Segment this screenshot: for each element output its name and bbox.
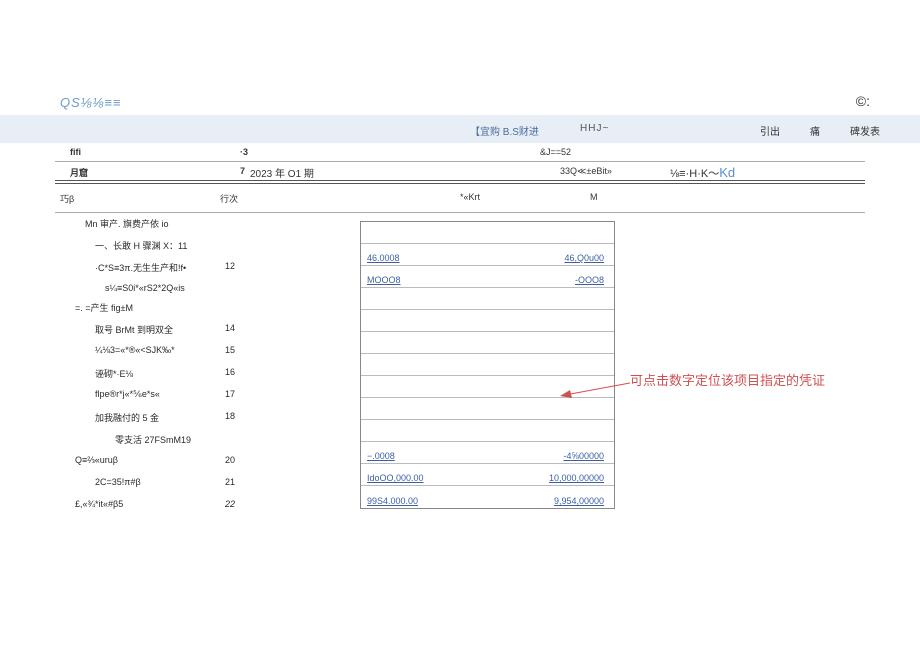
row-name: 取号 BrMt 到明双全 [95, 323, 173, 336]
toolbar-btn-2[interactable]: HHJ~ [580, 123, 609, 134]
num-value-left[interactable]: MOOO8 [367, 275, 401, 285]
row-name: 诬砌*·E⅛ [95, 367, 133, 380]
row-name: flpe®r*j«*⅚e*s« [95, 389, 160, 400]
meta1-left: fifi [70, 147, 81, 157]
row-name: ¼⅛3=«*®«<SJK‰* [95, 345, 175, 355]
toolbar: 【宜购 B.S财进 HHJ~ 引出 痛 碑发表 [0, 115, 920, 143]
meta2-right: ⅛≡·H·K～Kd [670, 165, 735, 181]
num-row [361, 398, 614, 420]
meta2-right-kd: Kd [719, 165, 735, 180]
col-val2: M [590, 192, 598, 202]
row-name: =. =产生 fig±M [75, 301, 133, 314]
meta-row-1: fifi ·3 &J==52 [60, 143, 860, 161]
toolbar-btn-export[interactable]: 引出 [760, 123, 780, 138]
annotation-arrow-icon [560, 380, 630, 400]
row-number: 21 [225, 477, 235, 487]
corner-mark: ©: [856, 93, 870, 109]
body-wrap: Mn 审产. 旗费产依 io 一、长敢 H 骤渊 X：11 ·C*S≡3π.无生生产… [60, 213, 860, 517]
row-number: 14 [225, 323, 235, 333]
num-row: IdoOO,000.00 10,000,00000 [361, 464, 614, 486]
row-number: 12 [225, 261, 235, 271]
num-row: MOOO8 -OOO8 [361, 266, 614, 288]
annotation-text: 可点击数字定位该项目指定的凭证 [630, 370, 825, 389]
num-value-right[interactable]: -OOO8 [575, 275, 604, 285]
col-val1: *«Krt [460, 192, 480, 202]
row-name: 零支活 27FSmM19 [115, 433, 191, 446]
column-header: 巧β 行次 *«Krt M [60, 190, 860, 208]
row-name: 2C=35!π#β [95, 477, 141, 487]
row-number: 20 [225, 455, 235, 465]
num-value-right[interactable]: 9,954,00000 [554, 496, 604, 506]
num-row [361, 310, 614, 332]
num-value-right[interactable]: 46,Q0u00 [564, 253, 604, 263]
col-item: 巧β [60, 192, 74, 205]
num-value-right[interactable]: 10,000,00000 [549, 473, 604, 483]
meta1-right: &J==52 [540, 147, 571, 157]
num-value-right[interactable]: -4⅝00000 [563, 451, 604, 461]
num-value-left[interactable]: 99S4.000.00 [367, 496, 418, 506]
num-row [361, 288, 614, 310]
toolbar-btn-4[interactable]: 痛 [810, 123, 820, 138]
number-box: 46.0008 46,Q0u00 MOOO8 -OOO8 −.0008 -4⅝00000 I… [360, 221, 615, 509]
row-number: 18 [225, 411, 235, 421]
num-value-left[interactable]: −.0008 [367, 451, 395, 461]
meta2-right-prefix: ⅛≡·H·K～ [670, 168, 719, 180]
row-number: 16 [225, 367, 235, 377]
row-name: 加我融付的 5 金 [95, 411, 159, 424]
meta2-code: 33Q≪±eBit» [560, 166, 612, 177]
num-row [361, 222, 614, 244]
num-row: −.0008 -4⅝00000 [361, 442, 614, 464]
toolbar-btn-1[interactable]: 【宜购 B.S财进 [470, 123, 539, 138]
row-number: 15 [225, 345, 235, 355]
row-name: Q≡⅔«uruβ [75, 455, 118, 465]
num-value-left[interactable]: 46.0008 [367, 253, 400, 263]
toolbar-btn-submit[interactable]: 碑发表 [850, 123, 880, 138]
row-name: Mn 审产. 旗费产依 io [85, 217, 169, 230]
meta2-num: 7 [240, 166, 245, 176]
row-name: s¼≡S0i*«rS2*2Q«is [105, 283, 185, 293]
meta2-left: 月窟 [70, 166, 88, 179]
meta2-period: 2023 年 O1 期 [250, 165, 314, 180]
row-name: ·C*S≡3π.无生生产和!f• [95, 261, 186, 274]
row-number: 17 [225, 389, 235, 399]
num-row [361, 420, 614, 442]
row-number: 22 [225, 499, 235, 509]
num-row: 99S4.000.00 9,954,00000 [361, 486, 614, 508]
num-row [361, 354, 614, 376]
row-name: £,«¾*it«#β5 [75, 499, 123, 509]
meta-row-2: 月窟 7 2023 年 O1 期 33Q≪±eBit» ⅛≡·H·K～Kd [60, 162, 860, 180]
num-value-left[interactable]: IdoOO,000.00 [367, 473, 424, 483]
page-title: QS⅛⅛≡≡ [60, 95, 122, 110]
num-row [361, 332, 614, 354]
row-name: 一、长敢 H 骤渊 X：11 [95, 239, 187, 252]
num-row: 46.0008 46,Q0u00 [361, 244, 614, 266]
col-rownum: 行次 [220, 192, 238, 205]
meta1-mid: ·3 [240, 147, 248, 157]
